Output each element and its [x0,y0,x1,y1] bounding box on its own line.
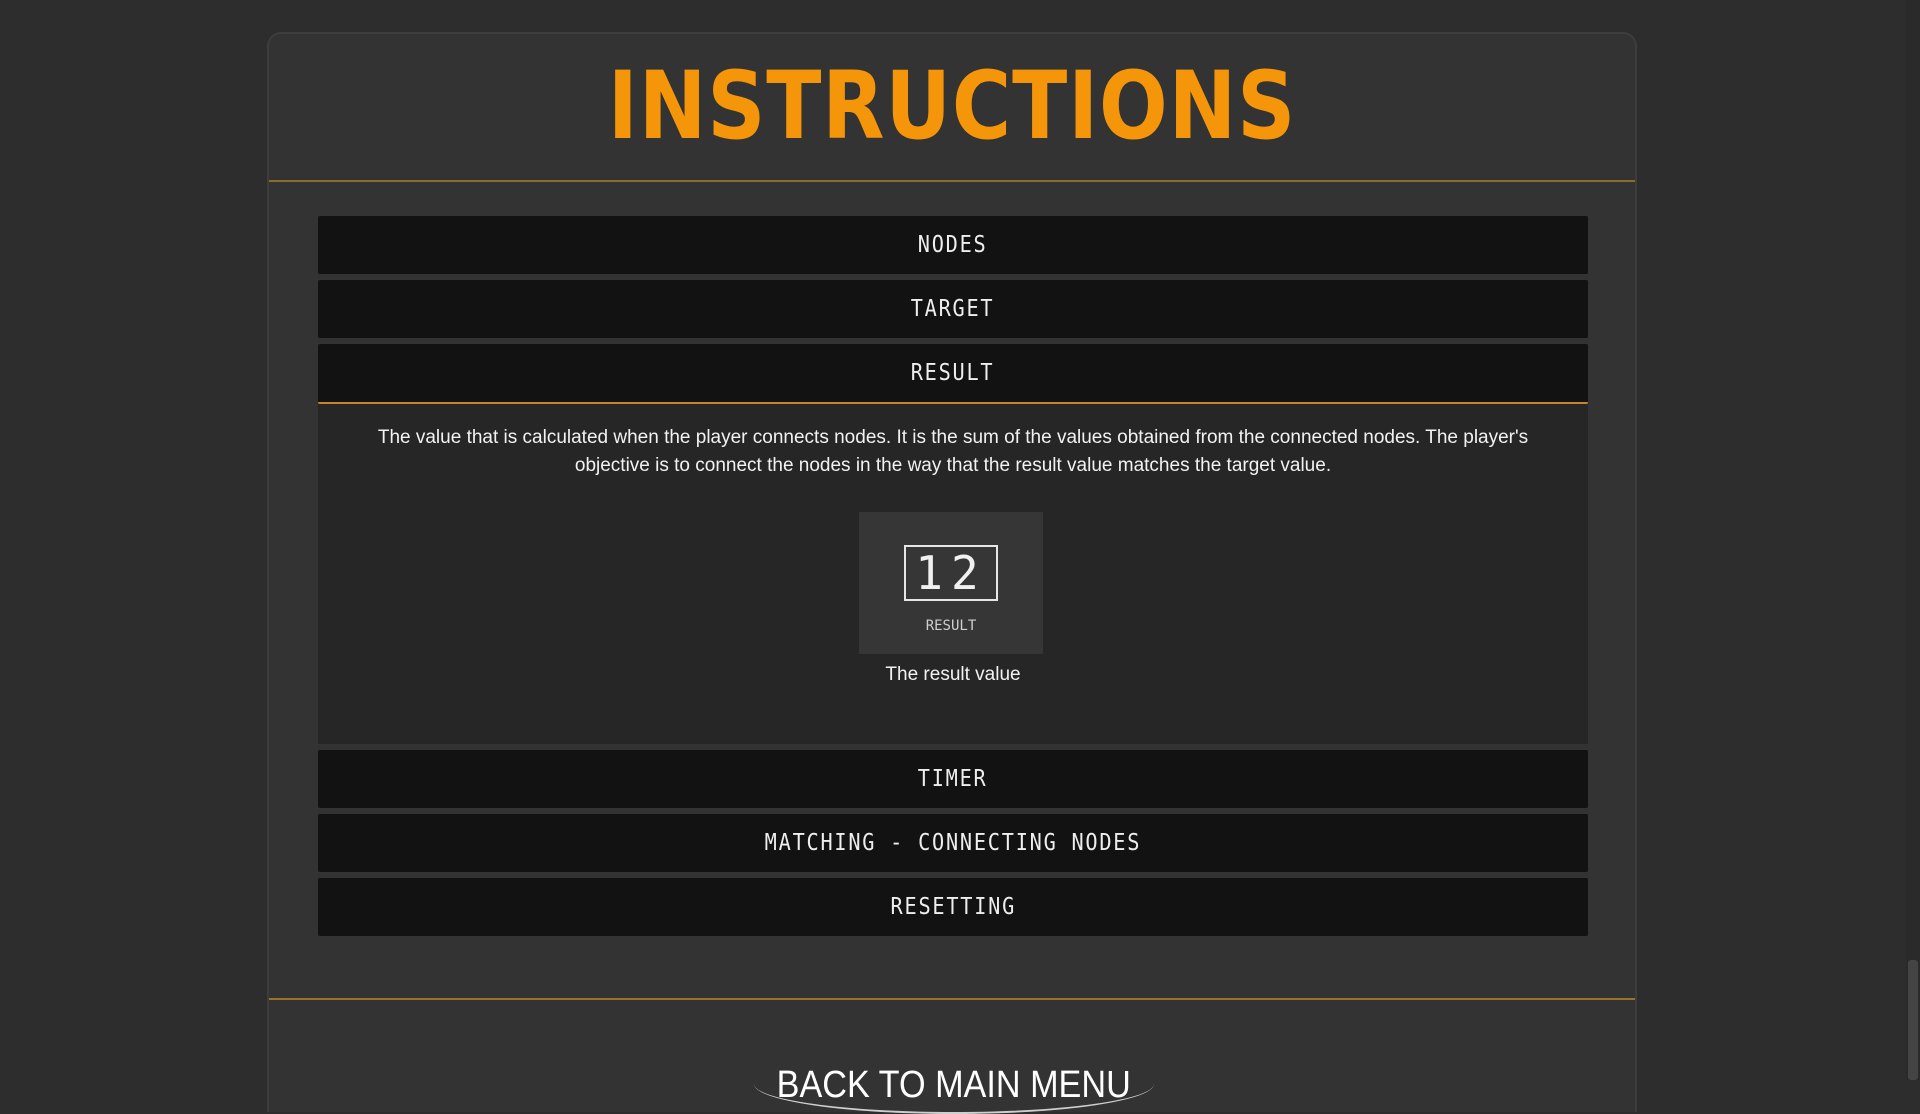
page-scrollbar[interactable] [1906,0,1920,1080]
section-result-header[interactable]: RESULT [318,344,1588,404]
scrollbar-thumb[interactable] [1908,960,1918,1080]
section-label: RESETTING [890,894,1016,920]
result-display-example: 12 RESULT [859,512,1043,654]
back-to-main-menu-button[interactable]: BACK TO MAIN MENU [754,1022,1154,1114]
section-description: The value that is calculated when the pl… [377,427,1529,476]
section-target-header[interactable]: TARGET [318,280,1588,338]
result-display-label: RESULT [925,618,977,634]
section-label: TARGET [911,296,995,322]
example-caption: The result value [885,664,1021,685]
section-timer-header[interactable]: TIMER [318,750,1588,808]
section-resetting-header[interactable]: RESETTING [318,878,1588,936]
section-label: RESULT [911,360,995,386]
back-button-label: BACK TO MAIN MENU [776,1064,1132,1106]
section-label: TIMER [918,766,988,792]
instructions-panel: INSTRUCTIONS NODES TARGET RESULT The val… [267,32,1637,1114]
instructions-accordion: NODES TARGET RESULT The value that is ca… [318,216,1588,942]
footer-divider [269,998,1635,1000]
section-label: NODES [918,232,988,258]
section-label: MATCHING - CONNECTING NODES [764,830,1142,856]
section-matching-header[interactable]: MATCHING - CONNECTING NODES [318,814,1588,872]
title-divider [269,180,1635,182]
section-nodes-header[interactable]: NODES [318,216,1588,274]
section-result-body: The value that is calculated when the pl… [318,404,1588,744]
page-title: INSTRUCTIONS [607,52,1297,161]
result-value-display: 12 [904,545,998,601]
